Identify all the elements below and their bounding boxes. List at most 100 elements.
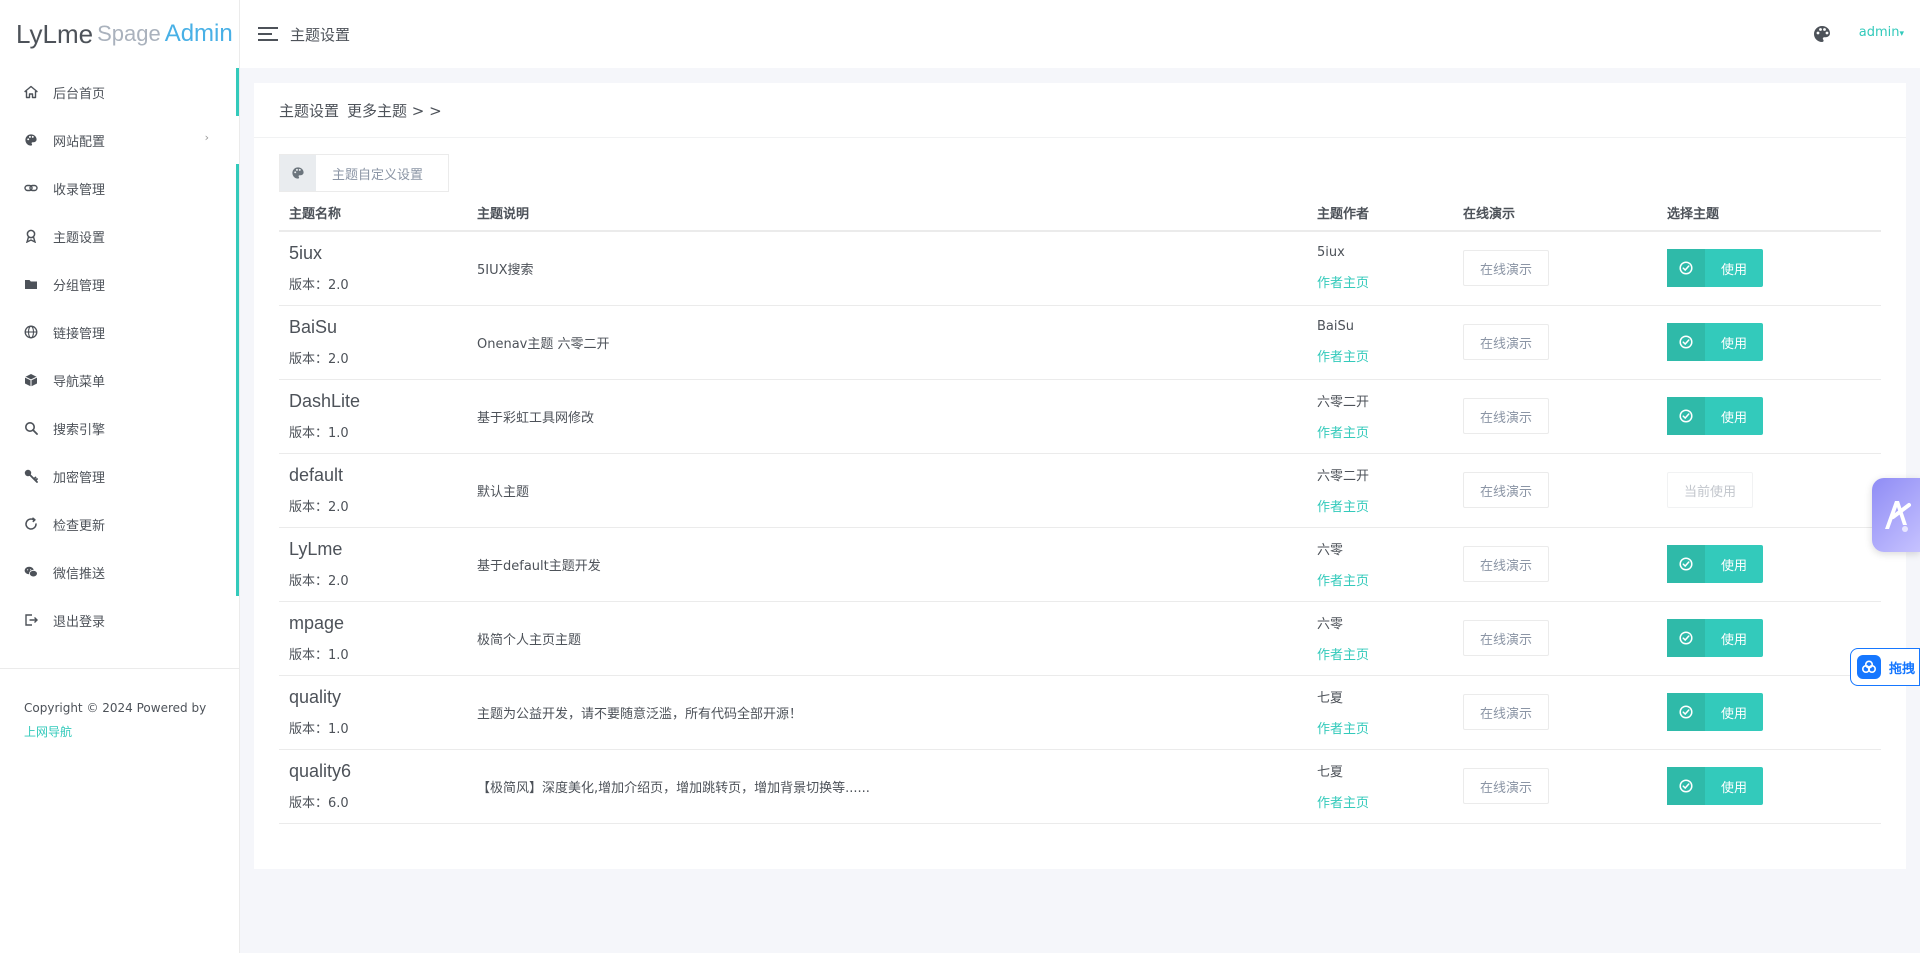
online-demo-button[interactable]: 在线演示 [1463,694,1549,730]
sidebar-item-9[interactable]: 检查更新 [0,500,239,548]
theme-version: 版本：6.0 [289,796,349,811]
theme-description: Onenav主题 六零二开 [477,336,610,352]
theme-demo-cell: 在线演示 [1453,231,1657,306]
use-theme-button[interactable]: 使用 [1667,249,1763,288]
theme-action-cell: 使用 [1657,749,1881,824]
sidebar-item-1[interactable]: 网站配置 › [0,116,239,164]
use-theme-button[interactable]: 使用 [1667,767,1763,805]
custom-theme-button[interactable]: 主题自定义设置 [279,154,449,192]
author-homepage-link[interactable]: 作者主页 [1317,346,1453,365]
menu-toggle-icon[interactable] [258,27,278,41]
sidebar-item-3[interactable]: 主题设置 [0,212,239,260]
theme-card: 主题设置 更多主题 > > 主题自定义设置 主题名称 主题说明 主题作者 在线演… [254,83,1906,869]
sidebar-item-0[interactable]: 后台首页 [0,68,239,116]
theme-name-cell: mpage 版本：1.0 [279,601,467,676]
theme-desc-cell: 默认主题 [467,453,1307,528]
palette-icon[interactable] [1812,24,1832,44]
theme-description: 基于彩虹工具网修改 [477,410,595,426]
online-demo-button[interactable]: 在线演示 [1463,768,1549,804]
use-theme-button[interactable]: 使用 [1667,323,1763,361]
theme-author: 5iux [1317,245,1345,261]
theme-author: 七夏 [1317,765,1344,780]
col-header-author: 主题作者 [1307,195,1453,232]
sidebar-item-10[interactable]: 微信推送 [0,548,239,596]
top-header: 主题设置 admin▾ [240,0,1920,68]
use-theme-label: 使用 [1720,410,1747,426]
folder-icon [24,277,38,291]
user-menu[interactable]: admin▾ [1859,25,1904,40]
drag-widget-label: 拖拽 [1889,661,1916,677]
author-homepage-link[interactable]: 作者主页 [1317,496,1453,515]
copyright-link[interactable]: 上网导航 [24,725,72,739]
logo[interactable]: LyLme Spage Admin [0,0,239,68]
use-theme-button[interactable]: 使用 [1667,545,1763,583]
sidebar-item-11[interactable]: 退出登录 [0,596,239,644]
cloud-icon [1857,655,1881,679]
theme-author: BaiSu [1317,319,1354,334]
use-theme-label: 使用 [1720,336,1747,352]
online-demo-button[interactable]: 在线演示 [1463,398,1549,434]
author-homepage-link[interactable]: 作者主页 [1317,644,1453,663]
drag-widget[interactable]: 拖拽 [1850,648,1920,686]
sidebar: LyLme Spage Admin 后台首页 网站配置 › 收录管理主题设置分组管理链… [0,0,240,953]
theme-name: LyLme [289,539,343,559]
theme-version: 版本：1.0 [289,426,349,441]
theme-table: 主题名称 主题说明 主题作者 在线演示 选择主题 5iux 版本：2.0 5IUX搜… [279,195,1881,824]
author-homepage-link[interactable]: 作者主页 [1317,718,1453,737]
theme-action-cell: 使用 [1657,379,1881,454]
theme-version: 版本：2.0 [289,278,349,294]
sidebar-nav: 后台首页 网站配置 › 收录管理主题设置分组管理 链接管理 导航菜单 搜索引擎加密管理检查更… [0,68,239,644]
theme-author-cell: 六零 作者主页 [1307,527,1453,602]
sidebar-divider [0,668,240,669]
sidebar-item-8[interactable]: 加密管理 [0,452,239,500]
use-theme-label: 使用 [1720,706,1747,722]
sidebar-item-6[interactable]: 导航菜单 [0,356,239,404]
use-theme-button[interactable]: 使用 [1667,397,1763,435]
sidebar-item-2[interactable]: 收录管理 [0,164,239,212]
online-demo-button[interactable]: 在线演示 [1463,250,1549,287]
check-circle-icon [1667,323,1705,361]
card-title: 主题设置 [279,101,340,120]
table-row: LyLme 版本：2.0 基于default主题开发 六零 作者主页 在线演示 使用 [279,527,1881,602]
copyright: Copyright © 2024 Powered by 上网导航 [24,696,206,744]
theme-name: quality6 [289,761,352,781]
ai-assistant-widget[interactable] [1872,478,1920,552]
theme-desc-cell: Onenav主题 六零二开 [467,305,1307,380]
more-themes-link[interactable]: 更多主题 > > [347,100,442,121]
ai-assistant-icon [1885,501,1911,532]
online-demo-button[interactable]: 在线演示 [1463,324,1549,360]
theme-name: 5iux [289,243,323,264]
theme-action-cell: 使用 [1657,231,1881,306]
sidebar-item-label: 主题设置 [53,230,106,246]
author-homepage-link[interactable]: 作者主页 [1317,792,1453,811]
online-demo-button[interactable]: 在线演示 [1463,472,1549,508]
theme-author: 六零 [1317,543,1344,558]
theme-description: 极简个人主页主题 [477,632,582,648]
award-icon [24,229,38,243]
cube-icon [24,373,38,387]
use-theme-button[interactable]: 使用 [1667,693,1763,731]
author-homepage-link[interactable]: 作者主页 [1317,422,1453,441]
theme-author: 七夏 [1317,691,1344,706]
custom-theme-label: 主题自定义设置 [332,167,424,183]
online-demo-button[interactable]: 在线演示 [1463,546,1549,582]
theme-version: 版本：1.0 [289,648,349,663]
table-header-row: 主题名称 主题说明 主题作者 在线演示 选择主题 [279,195,1881,232]
page-title: 主题设置 [290,25,351,44]
theme-name: quality [289,687,342,707]
sidebar-item-5[interactable]: 链接管理 [0,308,239,356]
sidebar-item-label: 加密管理 [53,470,106,486]
col-header-desc: 主题说明 [467,195,1307,232]
link-icon [24,181,38,195]
author-homepage-link[interactable]: 作者主页 [1317,272,1453,291]
theme-desc-cell: 基于default主题开发 [467,527,1307,602]
theme-author-cell: 六零 作者主页 [1307,601,1453,676]
theme-action-cell: 使用 [1657,305,1881,380]
check-circle-icon [1667,767,1705,805]
sidebar-item-4[interactable]: 分组管理 [0,260,239,308]
online-demo-button[interactable]: 在线演示 [1463,620,1549,656]
sidebar-item-7[interactable]: 搜索引擎 [0,404,239,452]
author-homepage-link[interactable]: 作者主页 [1317,570,1453,589]
use-theme-button[interactable]: 使用 [1667,619,1763,657]
col-header-select: 选择主题 [1657,195,1881,232]
